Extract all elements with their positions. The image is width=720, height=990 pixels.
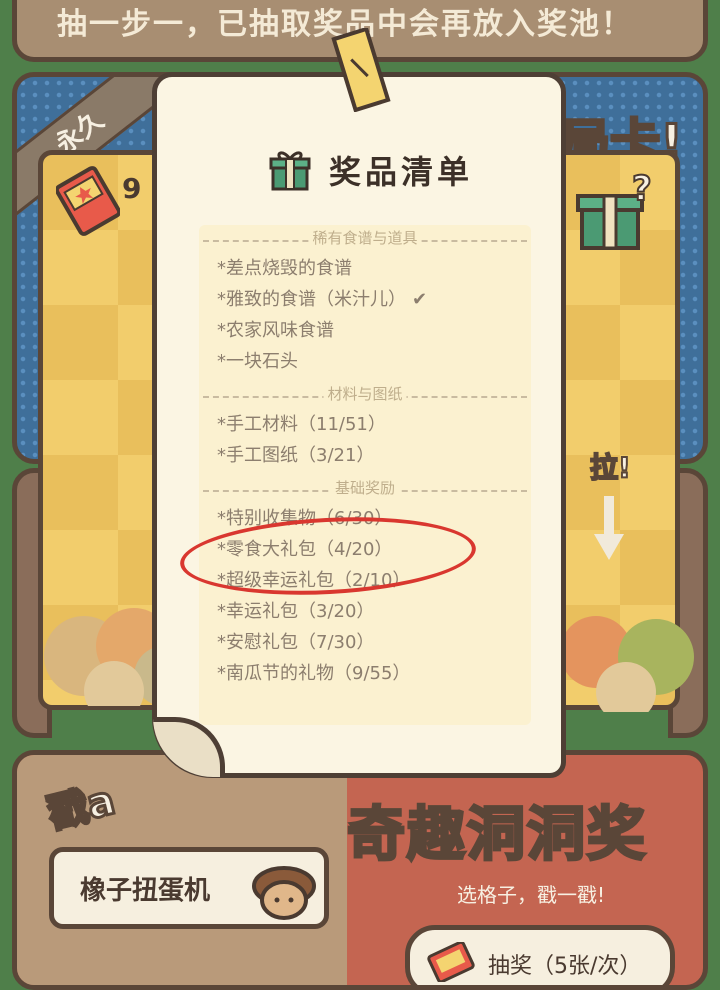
section-label: 稀有食谱与道具 [308, 227, 422, 248]
list-item: *安慰礼包（7/30） [217, 632, 375, 653]
list-item: *手工图纸（3/21） [217, 445, 375, 466]
section-label: 材料与图纸 [323, 383, 407, 404]
popup-title: 奖品清单 [329, 153, 474, 191]
ticket-icon [427, 942, 475, 982]
list-item: *手工材料（11/51） [217, 414, 386, 435]
svg-text:?: ? [632, 170, 652, 209]
acorn-gacha-button[interactable]: 橡子扭蛋机 [49, 847, 329, 929]
draw-lottery-label: 抽奖（5张/次） [488, 954, 642, 979]
list-item: *南瓜节的礼物（9/55） [217, 663, 411, 684]
ticket-count: 9 [122, 172, 142, 205]
gift-icon [269, 151, 311, 191]
pull-label: 拉! [589, 450, 632, 485]
popup-header: 奖品清单 [269, 147, 473, 193]
draw-lottery-button[interactable]: 抽奖（5张/次） [405, 925, 675, 985]
list-item: *一块石头 [217, 351, 298, 372]
prize-list[interactable]: 稀有食谱与道具 *差点烧毁的食谱 *雅致的食谱（米汁儿） ✔ *农家风味食谱 *一… [199, 225, 531, 725]
fun-prize-subtitle: 选格子，戳一戳! [457, 883, 606, 907]
list-item: *幸运礼包（3/20） [217, 601, 375, 622]
section-header-basic: 基础奖励 [199, 477, 531, 503]
check-icon: ✔ [412, 289, 428, 310]
arrow-down-icon [594, 496, 624, 560]
fun-prize-title: 奇趣洞洞奖 [345, 799, 648, 870]
capsule-balls-right [560, 616, 694, 712]
section-header-materials: 材料与图纸 [199, 383, 531, 409]
ticket-icon [56, 166, 120, 236]
acorn-icon [252, 866, 316, 920]
section-label: 基础奖励 [330, 477, 400, 498]
mystery-gift-icon[interactable]: ? [576, 170, 656, 254]
list-item: *雅致的食谱（米汁儿） ✔ [217, 289, 428, 310]
prize-list-popup: 奖品清单 稀有食谱与道具 *差点烧毁的食谱 *雅致的食谱（米汁儿） ✔ *农家风味… [152, 72, 566, 778]
tape-icon [331, 28, 391, 112]
bottom-panel: 戳a 奇趣洞洞奖 选格子，戳一戳! 橡子扭蛋机 抽奖（5张/次） [12, 750, 708, 990]
acorn-gacha-label: 橡子扭蛋机 [80, 876, 211, 906]
section-header-rare: 稀有食谱与道具 [199, 227, 531, 253]
list-item: *农家风味食谱 [217, 320, 334, 341]
list-item: *差点烧毁的食谱 [217, 258, 352, 279]
